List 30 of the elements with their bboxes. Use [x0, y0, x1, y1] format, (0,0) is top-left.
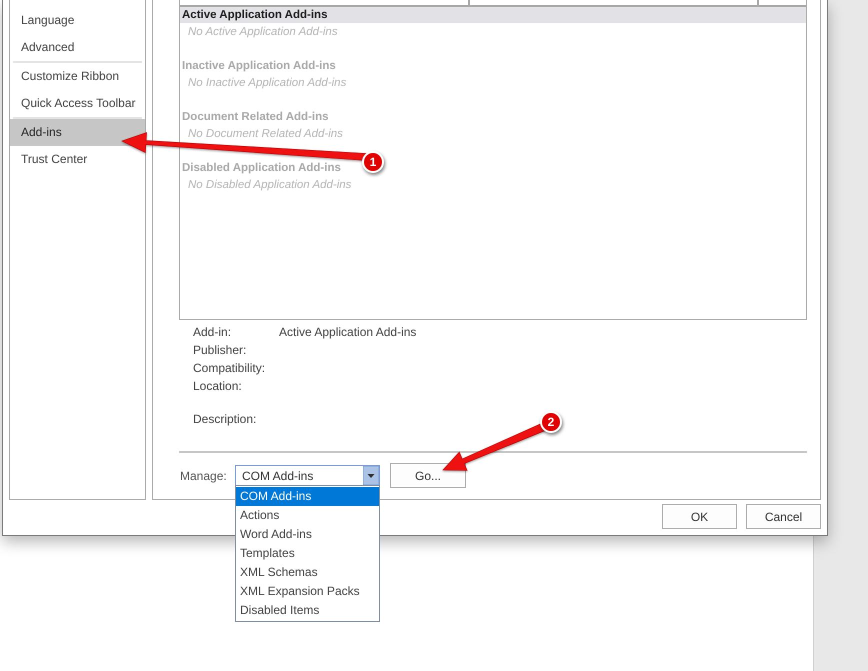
empty-note: No Active Application Add-ins: [188, 24, 338, 40]
sidebar-item[interactable]: Add-ins: [10, 119, 145, 146]
caret-icon: [363, 466, 379, 485]
detail-value: Active Application Add-ins: [279, 324, 416, 341]
detail-label: Location:: [193, 378, 243, 395]
detail-label: Compatibility:: [193, 360, 266, 377]
sidebar-item[interactable]: Trust Center: [10, 146, 145, 173]
go-button[interactable]: Go...: [390, 463, 466, 488]
detail-label: Add-in:: [193, 324, 232, 341]
dropdown-option[interactable]: COM Add-ins: [236, 487, 379, 506]
dropdown-option[interactable]: Word Add-ins: [236, 525, 379, 544]
empty-note: No Disabled Application Add-ins: [188, 178, 352, 193]
detail-label: Description:: [193, 411, 258, 428]
sidebar-item[interactable]: Quick Access Toolbar: [10, 90, 145, 117]
ok-button[interactable]: OK: [662, 504, 737, 529]
dropdown-option[interactable]: Actions: [236, 506, 379, 525]
dropdown-option[interactable]: XML Expansion Packs: [236, 582, 379, 601]
sidebar-item[interactable]: Advanced: [10, 34, 145, 61]
list-group-heading[interactable]: Active Application Add-ins: [180, 7, 806, 23]
manage-dropdown[interactable]: COM Add-ins: [235, 465, 380, 486]
empty-note: No Document Related Add-ins: [188, 126, 343, 142]
sidebar-item[interactable]: Customize Ribbon: [10, 63, 145, 90]
empty-note: No Inactive Application Add-ins: [188, 76, 346, 91]
detail-label: Publisher:: [193, 342, 248, 359]
dropdown-option[interactable]: Templates: [236, 544, 379, 563]
cancel-button[interactable]: Cancel: [746, 504, 821, 529]
manage-label: Manage:: [180, 468, 228, 484]
dropdown-option[interactable]: XML Schemas: [236, 563, 379, 582]
dropdown-option[interactable]: Disabled Items: [236, 601, 379, 620]
sidebar-item[interactable]: Language: [10, 7, 145, 34]
